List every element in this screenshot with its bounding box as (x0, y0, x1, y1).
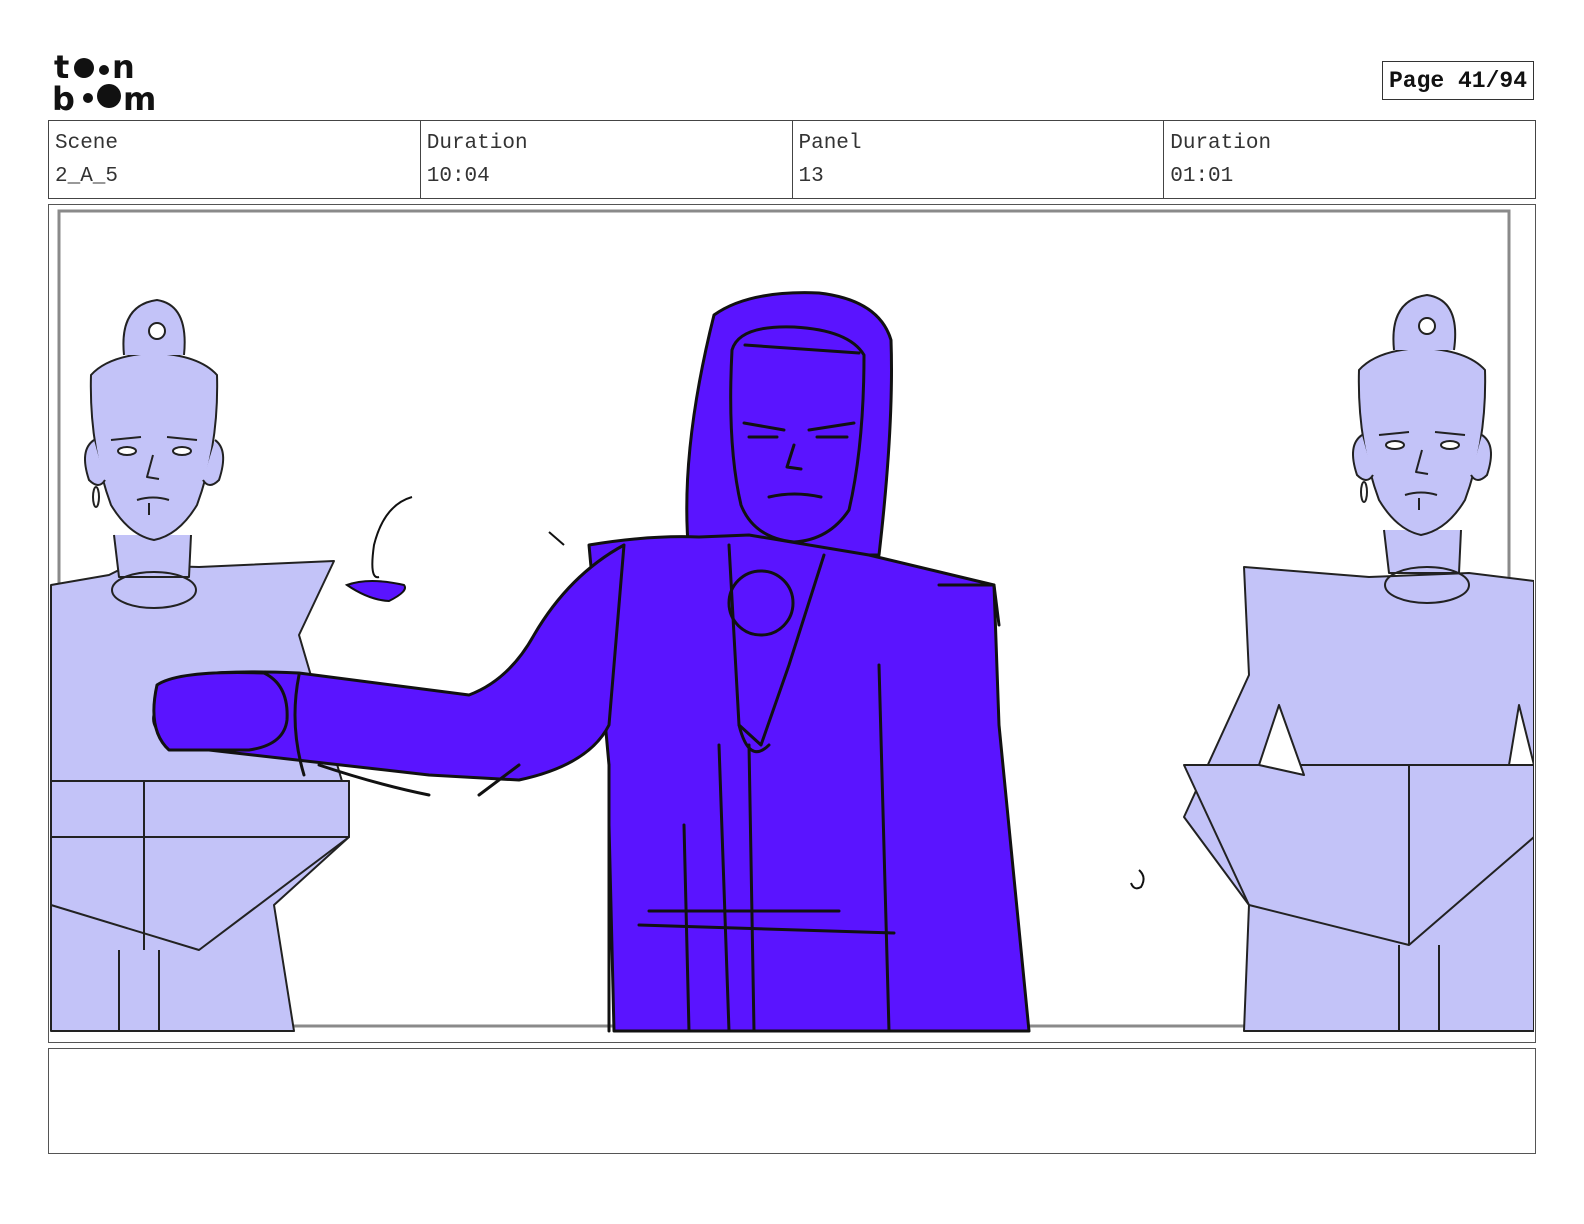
page-counter: Page 41/94 (1382, 61, 1534, 100)
panel-value: 13 (798, 165, 824, 188)
toonboom-logo: t n b m (50, 48, 170, 118)
scene-info-row: Scene 2_A_5 Duration 10:04 Panel 13 Dura… (48, 120, 1536, 199)
scene-duration-label: Duration (426, 132, 528, 155)
svg-text:b: b (52, 80, 75, 114)
storyboard-panel (48, 204, 1536, 1043)
panel-duration-cell: Duration 01:01 (1164, 121, 1535, 198)
scene-duration-cell: Duration 10:04 (421, 121, 793, 198)
panel-duration-value: 01:01 (1170, 165, 1234, 188)
scene-label: Scene (55, 132, 119, 155)
scene-value: 2_A_5 (55, 165, 119, 188)
panel-cell: Panel 13 (793, 121, 1165, 198)
panel-label: Panel (798, 132, 862, 155)
scene-cell: Scene 2_A_5 (49, 121, 421, 198)
panel-drawing (50, 209, 1534, 1033)
left-guard-figure (50, 299, 350, 1032)
scene-duration-value: 10:04 (426, 165, 490, 188)
panel-notes-box (48, 1048, 1536, 1154)
svg-text:m: m (123, 80, 156, 114)
right-guard-figure (1183, 294, 1534, 1032)
panel-duration-label: Duration (1170, 132, 1272, 155)
